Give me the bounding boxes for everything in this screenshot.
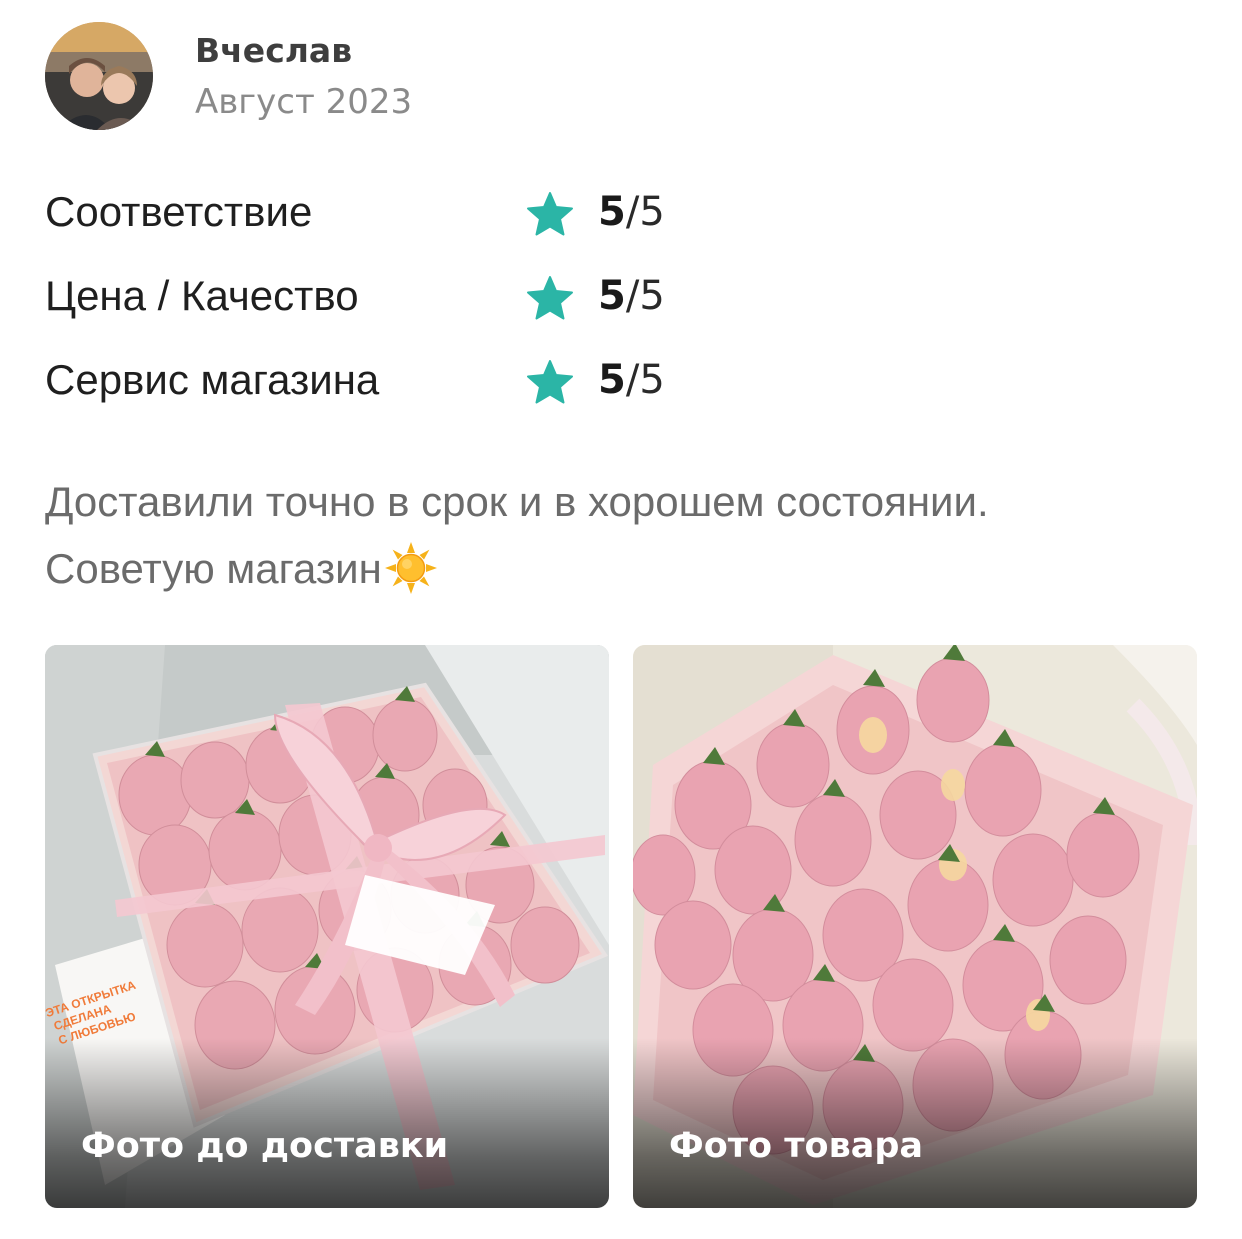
avatar[interactable] xyxy=(45,22,153,130)
avatar-photo xyxy=(45,22,153,130)
author-name: Вчеслав xyxy=(195,31,353,70)
rating-row-match: Соответствие 5/5 xyxy=(45,176,745,260)
review-text: Доставили точно в срок и в хорошем состо… xyxy=(45,468,1215,602)
rating-row-price-quality: Цена / Качество 5/5 xyxy=(45,260,745,344)
review-text-line: Советую магазин xyxy=(45,535,1215,602)
rating-row-service: Сервис магазина 5/5 xyxy=(45,344,745,428)
star-icon xyxy=(527,360,573,404)
rating-score: 5/5 xyxy=(598,189,665,235)
star-icon xyxy=(527,276,573,320)
ratings-list: Соответствие 5/5 Цена / Качество 5/5 Сер… xyxy=(45,176,745,428)
photo-caption: Фото до доставки xyxy=(81,1126,449,1166)
rating-label: Сервис магазина xyxy=(45,356,380,403)
review-text-line: Доставили точно в срок и в хорошем состо… xyxy=(45,478,989,525)
rating-label: Соответствие xyxy=(45,188,313,235)
rating-label: Цена / Качество xyxy=(45,272,359,319)
review-header: Вчеслав Август 2023 xyxy=(45,22,412,130)
review-date: Август 2023 xyxy=(195,82,413,122)
author-block: Вчеслав Август 2023 xyxy=(195,26,412,126)
photo-product[interactable]: Фото товара xyxy=(633,645,1197,1208)
rating-score: 5/5 xyxy=(598,357,665,403)
rating-score: 5/5 xyxy=(598,273,665,319)
star-icon xyxy=(527,192,573,236)
photo-before-delivery[interactable]: ЭТА ОТКРЫТКА СДЕЛАНА С ЛЮБОВЬЮ Фото до д… xyxy=(45,645,609,1208)
review-photos: ЭТА ОТКРЫТКА СДЕЛАНА С ЛЮБОВЬЮ Фото до д… xyxy=(45,645,1197,1208)
sun-icon xyxy=(384,542,437,594)
photo-caption: Фото товара xyxy=(669,1126,924,1166)
